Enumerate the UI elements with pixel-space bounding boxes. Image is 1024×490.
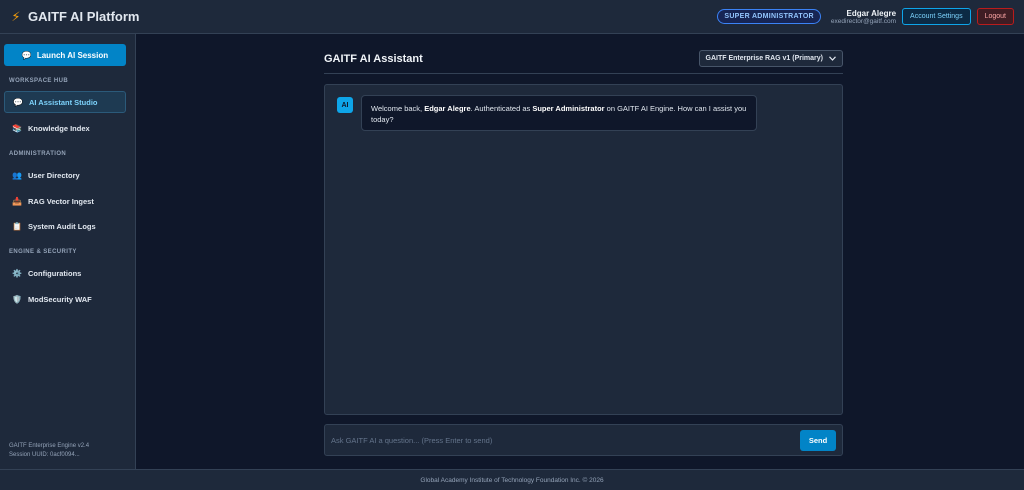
user-info: Edgar Alegre exedirector@gaitf.com xyxy=(831,9,896,25)
chat-header: GAITF AI Assistant GAITF Enterprise RAG … xyxy=(324,44,843,74)
shield-icon: 🛡️ xyxy=(12,294,22,304)
message-text: Welcome back, xyxy=(371,104,425,113)
message-user-name: Edgar Alegre xyxy=(424,104,471,113)
inbox-tray-icon: 📥 xyxy=(12,196,22,206)
page-footer: Global Academy Institute of Technology F… xyxy=(0,469,1024,490)
section-workspace-hub: WORKSPACE HUB xyxy=(9,78,69,84)
app-title: GAITF AI Platform xyxy=(28,9,140,24)
books-icon: 📚 xyxy=(12,123,22,133)
sidebar-item-label: RAG Vector Ingest xyxy=(28,196,94,206)
lightning-bolt-icon: ⚡ xyxy=(11,8,21,24)
model-select[interactable]: GAITF Enterprise RAG v1 (Primary) xyxy=(698,50,843,67)
sidebar-item-label: User Directory xyxy=(28,170,80,180)
sidebar-item-modsecurity-waf[interactable]: 🛡️ ModSecurity WAF xyxy=(4,288,126,310)
chat-area: AI Welcome back, Edgar Alegre. Authentic… xyxy=(324,84,843,415)
message-role: Super Administrator xyxy=(532,104,605,113)
footer-text: Global Academy Institute of Technology F… xyxy=(420,476,604,484)
send-button[interactable]: Send xyxy=(800,430,836,451)
sidebar-item-label: Knowledge Index xyxy=(28,123,90,133)
sidebar-item-label: System Audit Logs xyxy=(28,221,96,231)
message-text: . Authenticated as xyxy=(470,104,533,113)
sidebar-item-label: AI Assistant Studio xyxy=(29,97,98,107)
assistant-message: Welcome back, Edgar Alegre. Authenticate… xyxy=(361,95,757,131)
users-icon: 👥 xyxy=(12,170,22,180)
brand: ⚡ GAITF AI Platform xyxy=(10,9,139,25)
chevron-down-icon xyxy=(829,56,836,61)
sidebar-item-user-directory[interactable]: 👥 User Directory xyxy=(4,164,126,186)
chat-input[interactable] xyxy=(331,431,791,449)
sidebar-item-configurations[interactable]: ⚙️ Configurations xyxy=(4,262,126,284)
launch-ai-session-label: Launch AI Session xyxy=(36,50,109,60)
sidebar-item-ai-assistant-studio[interactable]: 💬 AI Assistant Studio xyxy=(4,91,126,113)
section-administration: ADMINISTRATION xyxy=(9,151,67,157)
page-title: GAITF AI Assistant xyxy=(324,52,423,65)
engine-info: GAITF Enterprise Engine v2.4 Session UUI… xyxy=(9,442,89,460)
role-badge: SUPER ADMINISTRATOR xyxy=(717,9,821,24)
chat-bubble-icon: 💬 xyxy=(13,97,23,107)
sidebar-item-knowledge-index[interactable]: 📚 Knowledge Index xyxy=(4,117,126,139)
clipboard-icon: 📋 xyxy=(12,221,22,231)
logout-button[interactable]: Logout xyxy=(976,8,1014,25)
user-area: SUPER ADMINISTRATOR Edgar Alegre exedire… xyxy=(717,8,1014,25)
section-engine-security: ENGINE & SECURITY xyxy=(9,249,77,255)
model-selected-value: GAITF Enterprise RAG v1 (Primary) xyxy=(705,55,823,62)
chat-bubble-icon: 💬 xyxy=(21,50,32,60)
gear-icon: ⚙️ xyxy=(12,268,22,278)
account-settings-button[interactable]: Account Settings xyxy=(902,8,971,25)
sidebar-item-label: ModSecurity WAF xyxy=(28,294,92,304)
user-email: exedirector@gaitf.com xyxy=(830,17,897,25)
launch-ai-session-button[interactable]: 💬 Launch AI Session xyxy=(4,44,126,66)
engine-version: GAITF Enterprise Engine v2.4 xyxy=(9,443,90,449)
sidebar-item-label: Configurations xyxy=(28,268,82,278)
sidebar-item-system-audit-logs[interactable]: 📋 System Audit Logs xyxy=(4,215,126,237)
session-uuid: Session UUID: 0acf0094... xyxy=(9,452,80,458)
sidebar: 💬 Launch AI Session WORKSPACE HUB 💬 AI A… xyxy=(0,34,136,469)
sidebar-item-rag-vector-ingest[interactable]: 📥 RAG Vector Ingest xyxy=(4,190,126,212)
top-bar: ⚡ GAITF AI Platform SUPER ADMINISTRATOR … xyxy=(0,0,1024,34)
ai-avatar: AI xyxy=(337,97,353,113)
message-composer: Send xyxy=(324,424,843,456)
user-name: Edgar Alegre xyxy=(846,8,897,18)
